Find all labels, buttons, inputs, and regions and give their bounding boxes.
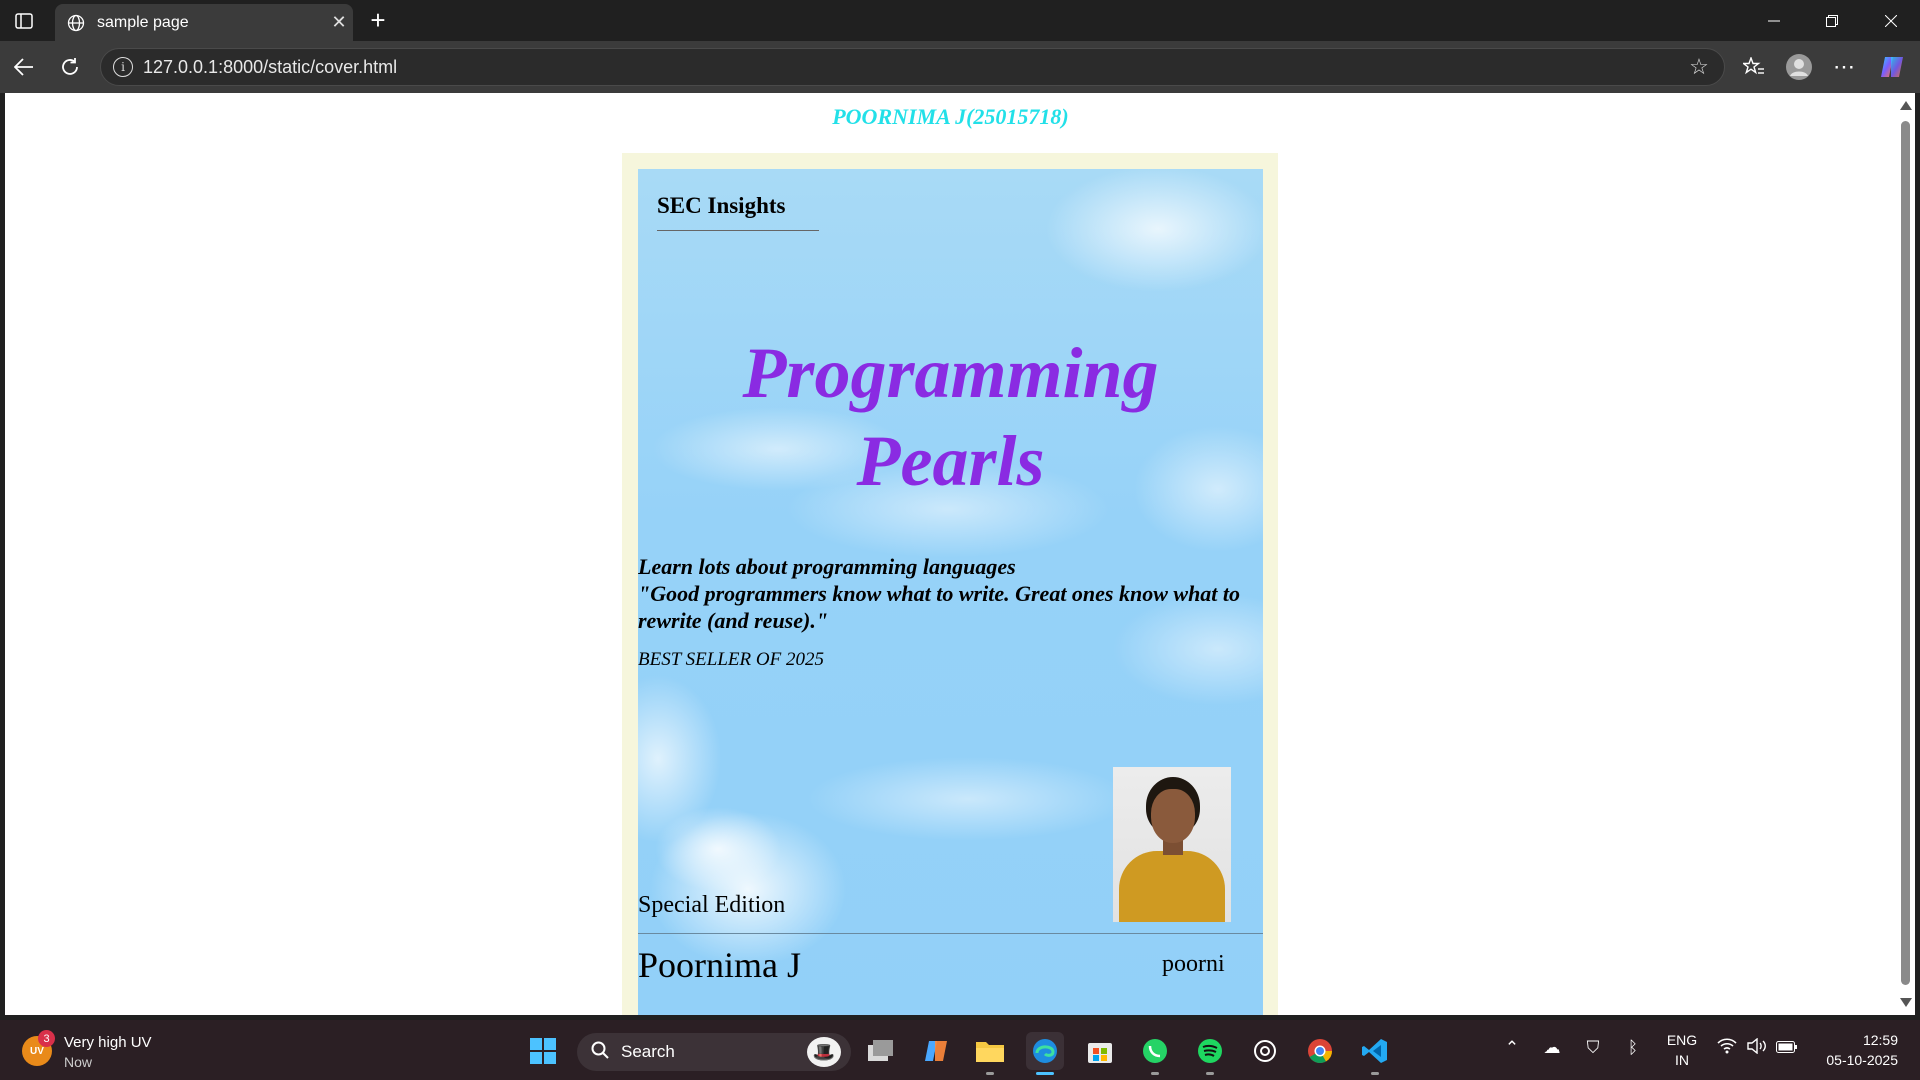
- clock-time: 12:59: [1862, 1032, 1898, 1048]
- battery-icon[interactable]: [1774, 1038, 1800, 1058]
- profile-avatar-icon[interactable]: [1782, 50, 1816, 84]
- weather-widget[interactable]: UV 3 Very high UV Now: [22, 1030, 202, 1072]
- tab-title: sample page: [97, 13, 189, 31]
- search-icon: [591, 1041, 611, 1064]
- search-placeholder: Search: [621, 1042, 675, 1061]
- author-name: Poornima J: [638, 945, 802, 985]
- bestseller-label: BEST SELLER OF 2025: [638, 649, 824, 670]
- address-bar[interactable]: i 127.0.0.1:8000/static/cover.html ☆: [100, 48, 1725, 86]
- language-indicator[interactable]: ENG IN: [1662, 1030, 1702, 1070]
- vertical-scrollbar[interactable]: [1896, 93, 1915, 1015]
- url-text[interactable]: 127.0.0.1:8000/static/cover.html: [143, 57, 1684, 78]
- search-highlight-icon: 🎩: [807, 1037, 841, 1067]
- taskbar: UV 3 Very high UV Now Search 🎩 ⌃ ☁ ⛉ ᛒ E…: [0, 1020, 1920, 1080]
- whatsapp-icon[interactable]: [1136, 1032, 1174, 1070]
- taskbar-search[interactable]: Search 🎩: [577, 1033, 851, 1071]
- book-cover: SEC Insights Programming Pearls Learn lo…: [638, 169, 1263, 1015]
- tab-actions-icon[interactable]: [10, 8, 38, 34]
- spotify-icon[interactable]: [1191, 1032, 1229, 1070]
- window-edge-right: [1915, 93, 1920, 1015]
- cover-divider: [638, 933, 1263, 934]
- scroll-down-arrow-icon[interactable]: [1900, 998, 1912, 1007]
- onedrive-error-icon[interactable]: ☁: [1539, 1038, 1565, 1058]
- browser-toolbar: i 127.0.0.1:8000/static/cover.html ☆ ⋯: [0, 41, 1920, 93]
- title-line-1: Programming: [742, 333, 1159, 413]
- quote-text: "Good programmers know what to write. Gr…: [638, 581, 1241, 633]
- lang-code: ENG: [1666, 1032, 1698, 1048]
- close-tab-icon[interactable]: ✕: [325, 12, 353, 33]
- clock[interactable]: 12:59 05-10-2025: [1808, 1030, 1898, 1070]
- book-title: Programming Pearls: [638, 329, 1263, 505]
- file-explorer-icon[interactable]: [971, 1032, 1009, 1070]
- brand-underline: [657, 230, 819, 231]
- new-tab-button[interactable]: +: [363, 6, 393, 36]
- chrome-icon[interactable]: [1301, 1032, 1339, 1070]
- scroll-thumb[interactable]: [1901, 121, 1910, 985]
- bluetooth-icon[interactable]: ᛒ: [1620, 1038, 1646, 1058]
- favorites-icon[interactable]: [1737, 50, 1771, 84]
- windows-start-icon[interactable]: [524, 1032, 562, 1070]
- restore-button[interactable]: [1803, 0, 1861, 41]
- close-window-button[interactable]: [1862, 0, 1920, 41]
- task-view-icon[interactable]: [862, 1032, 900, 1070]
- globe-icon: [65, 12, 87, 34]
- reload-icon[interactable]: [53, 50, 87, 84]
- vscode-icon[interactable]: [1356, 1032, 1394, 1070]
- store-icon[interactable]: [1081, 1032, 1119, 1070]
- wifi-icon[interactable]: [1714, 1038, 1740, 1059]
- lang-region: IN: [1675, 1052, 1689, 1068]
- browser-tab[interactable]: sample page ✕: [55, 4, 353, 41]
- scroll-up-arrow-icon[interactable]: [1900, 101, 1912, 110]
- back-arrow-icon[interactable]: [7, 50, 41, 84]
- edition-label: Special Edition: [638, 892, 786, 918]
- author-nickname: poorni: [1162, 951, 1225, 977]
- author-photo: [1113, 767, 1231, 922]
- cover-frame: SEC Insights Programming Pearls Learn lo…: [622, 153, 1278, 1015]
- copilot-app-icon[interactable]: [917, 1032, 955, 1070]
- notification-badge: 3: [38, 1030, 55, 1047]
- weather-title: Very high UV: [64, 1034, 152, 1051]
- favorite-star-icon[interactable]: ☆: [1684, 54, 1714, 80]
- volume-icon[interactable]: [1744, 1037, 1770, 1059]
- more-menu-icon[interactable]: ⋯: [1827, 50, 1861, 84]
- page-heading: POORNIMA J(25015718): [832, 104, 1069, 129]
- clock-date: 05-10-2025: [1826, 1052, 1898, 1068]
- page-viewport: POORNIMA J(25015718) SEC Insights Progra…: [5, 93, 1896, 1015]
- copilot-icon[interactable]: [1875, 50, 1909, 84]
- chatgpt-icon[interactable]: [1246, 1032, 1284, 1070]
- show-hidden-icons[interactable]: ⌃: [1499, 1038, 1525, 1058]
- tagline-text: Learn lots about programming languages: [638, 554, 1016, 579]
- minimize-button[interactable]: [1745, 0, 1803, 41]
- tagline: Learn lots about programming languages "…: [638, 553, 1258, 634]
- title-line-2: Pearls: [856, 421, 1045, 501]
- publisher-brand: SEC Insights: [657, 193, 786, 218]
- site-info-icon[interactable]: i: [113, 57, 133, 77]
- weather-time: Now: [64, 1054, 93, 1070]
- edge-browser-icon[interactable]: [1026, 1032, 1064, 1070]
- security-warning-icon[interactable]: ⛉: [1580, 1038, 1606, 1058]
- title-bar: sample page ✕ +: [0, 0, 1920, 41]
